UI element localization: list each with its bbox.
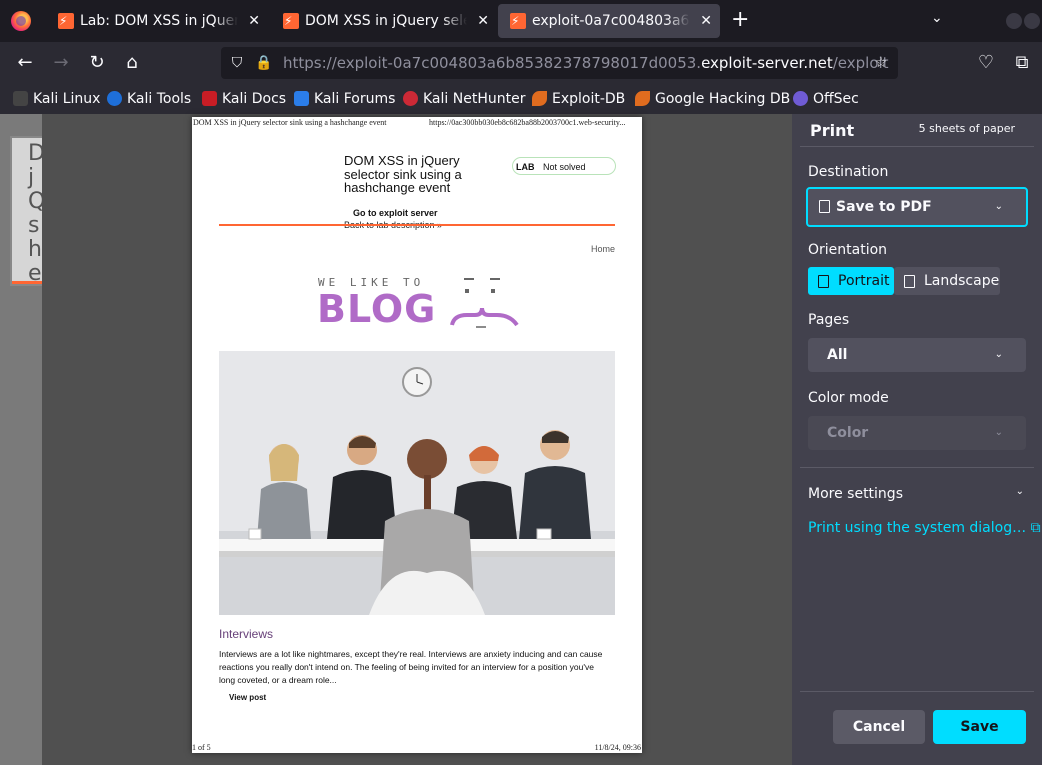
destination-select[interactable]: Save to PDF ⌄: [806, 187, 1028, 227]
bookmark-google-hacking-db[interactable]: Google Hacking DB: [635, 90, 790, 108]
tab-lab-page[interactable]: DOM XSS in jQuery selector sink ✕: [271, 4, 497, 38]
tab-exploit[interactable]: exploit-0a7c004803a6b85382 ✕: [498, 4, 720, 38]
firefox-logo-icon[interactable]: [11, 11, 31, 31]
minimize-icon[interactable]: [1006, 13, 1022, 29]
document-icon: [819, 200, 830, 213]
blog-logo: WE LIKE TO BLOG: [317, 275, 527, 331]
color-mode-select[interactable]: Color ⌄: [808, 416, 1026, 450]
bookmark-kali-nethunter[interactable]: Kali NetHunter: [403, 90, 525, 108]
kali-forums-icon: [294, 91, 309, 106]
post-summary: Interviews are a lot like nightmares, ex…: [219, 649, 603, 685]
portswigger-favicon-icon: [283, 4, 299, 38]
pages-select[interactable]: All ⌄: [808, 338, 1026, 372]
save-button[interactable]: Save: [933, 710, 1026, 744]
divider: [800, 146, 1034, 147]
color-mode-label: Color mode: [808, 390, 889, 406]
back-icon[interactable]: ←: [14, 52, 36, 74]
portrait-page-icon: [818, 275, 829, 288]
url-bar[interactable]: ⛉ 🔒 https://exploit-0a7c004803a6b8538237…: [221, 47, 898, 79]
tab-title: exploit-0a7c004803a6b85382: [532, 13, 690, 29]
navigation-bar: ← → ↻ ⌂ ⛉ 🔒 https://exploit-0a7c004803a6…: [0, 42, 1042, 84]
cancel-button[interactable]: Cancel: [833, 710, 925, 744]
kali-dragon-icon: [13, 91, 28, 106]
print-settings-panel: Print 5 sheets of paper Destination Save…: [792, 114, 1042, 765]
bookmark-kali-docs[interactable]: Kali Docs: [202, 90, 286, 108]
tab-title: Lab: DOM XSS in jQuery selector: [80, 13, 238, 29]
new-tab-icon[interactable]: +: [731, 9, 751, 33]
print-preview-sheet: DOM XSS in jQuery selector sink using a …: [192, 117, 642, 753]
kali-tools-icon: [107, 91, 122, 106]
tracking-shield-icon[interactable]: ⛉: [228, 53, 246, 73]
more-settings-toggle[interactable]: More settings: [808, 486, 903, 502]
portrait-button[interactable]: Portrait: [808, 267, 894, 295]
tab-lab[interactable]: Lab: DOM XSS in jQuery selector ✕: [46, 4, 268, 38]
orientation-label: Orientation: [808, 242, 888, 258]
chevron-down-icon: ⌄: [994, 349, 1003, 360]
lock-icon[interactable]: 🔒: [255, 53, 273, 73]
list-all-tabs-icon[interactable]: ⌄: [931, 10, 949, 30]
bookmarks-toolbar: Kali Linux Kali Tools Kali Docs Kali For…: [0, 84, 1042, 114]
background-page-fragment: DjQshe: [10, 136, 44, 286]
view-post-button: View post: [229, 693, 267, 702]
sheet-header-url: https://0ac300bb030eb8c682ba88b2003700c1…: [429, 118, 626, 127]
exploit-server-link: Go to exploit server: [353, 208, 438, 218]
bookmark-kali-linux[interactable]: Kali Linux: [13, 90, 100, 108]
pages-label: Pages: [808, 312, 850, 328]
tab-close-icon[interactable]: ✕: [248, 4, 260, 38]
reload-icon[interactable]: ↻: [86, 52, 108, 74]
chevron-down-icon[interactable]: ⌄: [1016, 486, 1024, 497]
background-orange-rule: [12, 281, 44, 284]
tab-bar: Lab: DOM XSS in jQuery selector ✕ DOM XS…: [0, 0, 1042, 42]
home-link: Home: [591, 244, 616, 254]
tab-title: DOM XSS in jQuery selector sink: [305, 13, 467, 29]
forward-icon[interactable]: →: [50, 52, 72, 74]
sheet-count: 5 sheets of paper: [918, 122, 1015, 135]
kali-docs-icon: [202, 91, 217, 106]
home-icon[interactable]: ⌂: [121, 52, 143, 74]
lab-title: DOM XSS in jQuery selector sink using a …: [344, 153, 462, 195]
external-link-icon: ⧉: [1030, 520, 1041, 536]
bookmark-offsec[interactable]: OffSec: [793, 90, 859, 108]
chevron-down-icon: ⌄: [994, 201, 1003, 212]
sheet-footer-date: 11/8/24, 09:36: [594, 743, 641, 752]
portswigger-favicon-icon: [510, 4, 526, 38]
lab-status: Not solved: [543, 162, 586, 172]
portswigger-favicon-icon: [58, 4, 74, 38]
bookmark-star-icon[interactable]: ☆: [872, 53, 890, 73]
print-title: Print: [810, 121, 855, 140]
exploit-db-icon: [532, 91, 547, 106]
divider: [800, 467, 1034, 468]
pocket-icon[interactable]: ♡: [975, 52, 997, 74]
sheet-header-title: DOM XSS in jQuery selector sink using a …: [193, 118, 387, 127]
bookmark-kali-forums[interactable]: Kali Forums: [294, 90, 395, 108]
destination-label: Destination: [808, 164, 889, 180]
extensions-icon[interactable]: ⧉: [1011, 52, 1033, 74]
url-text[interactable]: https://exploit-0a7c004803a6b85382378798…: [283, 47, 889, 79]
sheet-footer-page: 1 of 5: [192, 743, 211, 752]
offsec-icon: [793, 91, 808, 106]
tab-close-icon[interactable]: ✕: [477, 4, 489, 38]
ghdb-icon: [635, 91, 650, 106]
tab-close-icon[interactable]: ✕: [700, 4, 712, 38]
bookmark-exploit-db[interactable]: Exploit-DB: [532, 90, 625, 108]
logo-face-icon: [450, 278, 519, 328]
chevron-down-icon: ⌄: [994, 427, 1003, 438]
close-window-icon[interactable]: [1024, 13, 1040, 29]
landscape-page-icon: [904, 275, 915, 288]
system-dialog-link[interactable]: Print using the system dialog… ⧉: [808, 520, 1041, 536]
lab-label: LAB: [516, 162, 535, 172]
landscape-button[interactable]: Landscape: [894, 267, 1000, 295]
post-title: Interviews: [219, 627, 274, 641]
lab-status-badge: LAB Not solved: [512, 157, 616, 175]
nethunter-icon: [403, 91, 418, 106]
divider: [800, 691, 1034, 692]
bookmark-kali-tools[interactable]: Kali Tools: [107, 90, 191, 108]
header-rule: [219, 224, 615, 226]
post-image: [219, 351, 615, 615]
